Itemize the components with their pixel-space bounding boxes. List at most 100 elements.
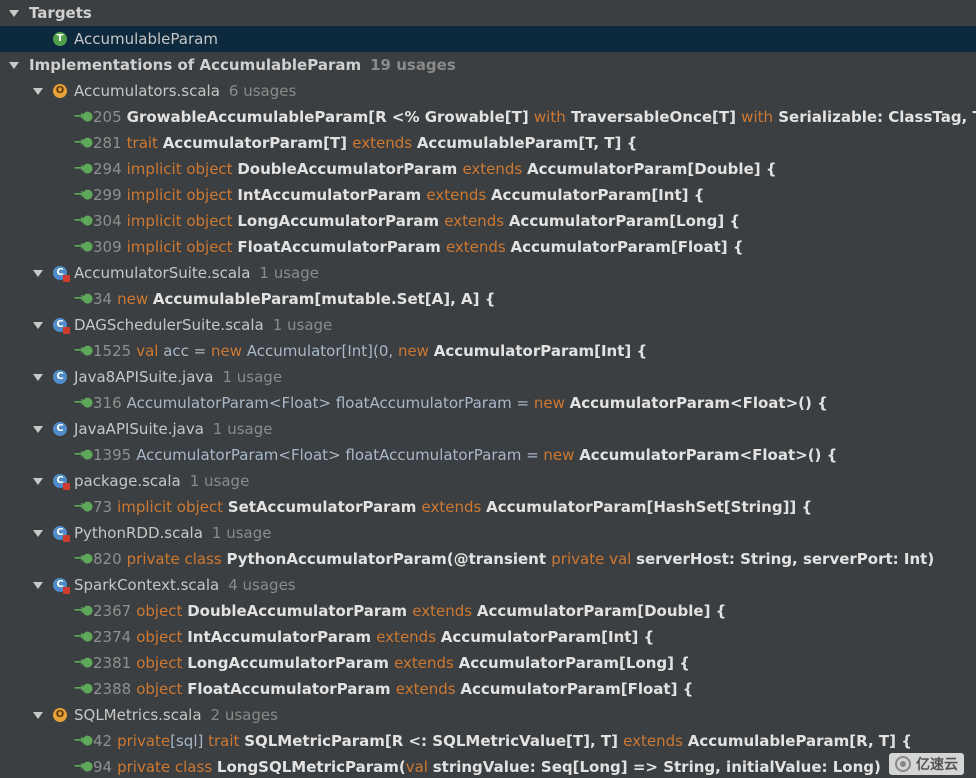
file-name: AccumulatorSuite.scala [74, 264, 251, 282]
object-o-icon: O [53, 708, 67, 722]
code-token: extends [623, 732, 688, 750]
code-token: TraversableOnce[T] [565, 108, 742, 126]
code-token: extends [444, 212, 509, 230]
file-badge-mark [63, 275, 70, 282]
test-class-c-icon: C [53, 318, 70, 334]
code-token: DoubleAccumulatorParam [237, 160, 463, 178]
usage-row[interactable]: →● 820 private class PythonAccumulatorPara… [0, 546, 976, 572]
expand-triangle-icon[interactable] [9, 62, 19, 69]
usage-row[interactable]: →● 94 private class LongSQLMetricParam(val… [0, 754, 976, 778]
code-token: private [117, 732, 171, 750]
code-token: with [533, 108, 566, 126]
line-number: 2388 [93, 680, 132, 698]
file-group-row[interactable]: C Java8APISuite.java 1 usage [0, 364, 976, 390]
line-number: 1525 [93, 342, 132, 360]
file-group-row[interactable]: C AccumulatorSuite.scala 1 usage [0, 260, 976, 286]
expand-triangle-icon[interactable] [33, 374, 43, 381]
code-token: extends [352, 134, 417, 152]
usage-row[interactable]: →● 1395 AccumulatorParam<Float> floatAccum… [0, 442, 976, 468]
usage-arrow-icon: →● [74, 655, 93, 670]
trait-t-icon: T [53, 32, 67, 46]
usage-arrow-icon: →● [74, 291, 93, 306]
code-token: IntAccumulatorParam [187, 628, 377, 646]
line-number: 309 [93, 238, 122, 256]
code-token: GrowableAccumulableParam[R <% Growable[T… [126, 108, 534, 126]
code-token: LongSQLMetricParam( [216, 758, 406, 776]
code-token: new [533, 394, 570, 412]
file-group-row[interactable]: Cpackage.scala 1 usage [0, 468, 976, 494]
usage-row[interactable]: →● 2381 object LongAccumulatorParam extend… [0, 650, 976, 676]
usage-row[interactable]: →● 205 GrowableAccumulableParam[R <% Growa… [0, 104, 976, 130]
code-token: AccumulatorParam[Float] { [460, 680, 694, 698]
file-usage-count: 4 usages [228, 576, 296, 594]
usage-arrow-icon: →● [74, 187, 93, 202]
file-group-row[interactable]: C PythonRDD.scala 1 usage [0, 520, 976, 546]
code-token: object [136, 602, 188, 620]
file-group-row[interactable]: C JavaAPISuite.java 1 usage [0, 416, 976, 442]
expand-triangle-icon[interactable] [33, 88, 43, 95]
code-token: with [741, 108, 773, 126]
code-token: AccumulatorParam<Float>() { [579, 446, 838, 464]
target-item-accumulableparam[interactable]: T AccumulableParam [0, 26, 976, 52]
code-token: SQLMetricParam[R <: SQLMetricValue[T], T… [244, 732, 624, 750]
usage-row[interactable]: →● 73 implicit object SetAccumulatorParam … [0, 494, 976, 520]
file-group-row[interactable]: O SQLMetrics.scala 2 usages [0, 702, 976, 728]
code-token: implicit object [126, 160, 238, 178]
watermark-text: 亿速云 [916, 757, 958, 773]
line-number: 294 [93, 160, 122, 178]
expand-triangle-icon[interactable] [33, 582, 43, 589]
usage-row[interactable]: →● 281 trait AccumulatorParam[T] extends A… [0, 130, 976, 156]
usage-row[interactable]: →● 316 AccumulatorParam<Float> floatAccumu… [0, 390, 976, 416]
code-token: FloatAccumulatorParam [187, 680, 396, 698]
line-number: 34 [93, 290, 113, 308]
code-token: AccumulatorParam[Long] { [458, 654, 690, 672]
file-name: Java8APISuite.java [74, 368, 214, 386]
usage-arrow-icon: →● [74, 447, 93, 462]
line-number: 73 [93, 498, 113, 516]
file-group-row[interactable]: C DAGSchedulerSuite.scala 1 usage [0, 312, 976, 338]
usage-row[interactable]: →● 1525 val acc = new Accumulator[Int](0, … [0, 338, 976, 364]
usage-row[interactable]: →● 2367 object DoubleAccumulatorParam exte… [0, 598, 976, 624]
file-group-row[interactable]: O Accumulators.scala 6 usages [0, 78, 976, 104]
usage-row[interactable]: →● 304 implicit object LongAccumulatorPara… [0, 208, 976, 234]
expand-triangle-icon[interactable] [33, 270, 43, 277]
usage-arrow-icon: →● [74, 161, 93, 176]
usage-row[interactable]: →● 2374 object IntAccumulatorParam extends… [0, 624, 976, 650]
expand-triangle-icon[interactable] [33, 478, 43, 485]
code-token: AccumulatorParam[Int] { [433, 342, 648, 360]
target-item-label: AccumulableParam [74, 30, 218, 48]
code-token: AccumulableParam[mutable.Set[A], A] { [152, 290, 496, 308]
expand-triangle-icon[interactable] [9, 10, 19, 17]
file-name: package.scala [74, 472, 181, 490]
code-token: [sql] [170, 732, 209, 750]
package-object-icon: C [53, 474, 70, 490]
code-token: AccumulatorParam[Float] { [510, 238, 744, 256]
code-token: extends [421, 498, 487, 516]
usage-row[interactable]: →● 309 implicit object FloatAccumulatorPar… [0, 234, 976, 260]
usage-row[interactable]: →● 299 implicit object IntAccumulatorParam… [0, 182, 976, 208]
usage-row[interactable]: →● 34 new AccumulableParam[mutable.Set[A],… [0, 286, 976, 312]
expand-triangle-icon[interactable] [33, 426, 43, 433]
expand-triangle-icon[interactable] [33, 712, 43, 719]
code-token: implicit object [126, 238, 238, 256]
file-group-row[interactable]: C SparkContext.scala 4 usages [0, 572, 976, 598]
expand-triangle-icon[interactable] [33, 322, 43, 329]
usage-row[interactable]: →● 294 implicit object DoubleAccumulatorPa… [0, 156, 976, 182]
code-token: extends [394, 654, 459, 672]
usage-arrow-icon: →● [74, 733, 93, 748]
expand-triangle-icon[interactable] [33, 530, 43, 537]
targets-group[interactable]: Targets [0, 0, 976, 26]
usage-row[interactable]: →● 42 private [sql] trait SQLMetricParam[R … [0, 728, 976, 754]
usage-arrow-icon: →● [74, 499, 93, 514]
line-number: 316 [93, 394, 122, 412]
line-number: 94 [93, 758, 113, 776]
code-token: AccumulatorParam[T] [162, 134, 353, 152]
code-token: private class [126, 550, 227, 568]
usage-row[interactable]: →● 2388 object FloatAccumulatorParam exten… [0, 676, 976, 702]
code-token: LongAccumulatorParam [237, 212, 445, 230]
line-number: 2374 [93, 628, 132, 646]
usage-arrow-icon: →● [74, 759, 93, 774]
file-name: SQLMetrics.scala [74, 706, 202, 724]
file-badge-mark [63, 535, 70, 542]
implementations-group[interactable]: Implementations of AccumulableParam 19 u… [0, 52, 976, 78]
